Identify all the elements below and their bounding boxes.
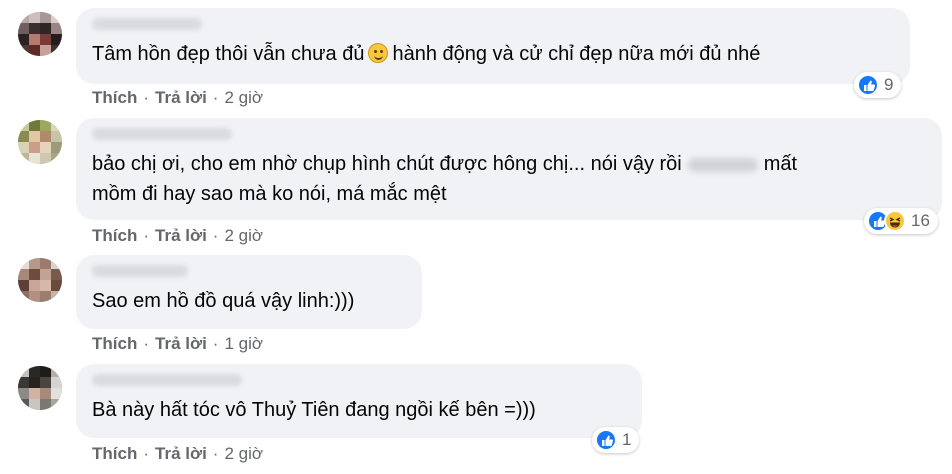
separator: · <box>143 444 150 463</box>
timestamp[interactable]: 2 giờ <box>224 88 263 107</box>
separator: · <box>212 444 219 463</box>
reply-button[interactable]: Trả lời <box>155 226 207 245</box>
comment-bubble: Bà này hất tóc vô Thuỷ Tiên đang ngồi kế… <box>76 364 642 438</box>
reply-button[interactable]: Trả lời <box>155 88 207 107</box>
timestamp[interactable]: 1 giờ <box>224 334 263 353</box>
like-button[interactable]: Thích <box>92 226 137 245</box>
author-name-redacted[interactable] <box>92 128 232 140</box>
redacted-name <box>687 157 758 172</box>
reaction-count: 1 <box>622 430 632 449</box>
comment-actions: Thích · Trả lời · 2 giờ <box>92 88 263 108</box>
like-icon <box>595 429 617 451</box>
like-icon <box>857 74 879 96</box>
separator: · <box>212 88 219 107</box>
avatar[interactable] <box>18 120 62 164</box>
reactions-summary[interactable]: 9 <box>854 72 902 98</box>
author-name-redacted[interactable] <box>92 265 188 277</box>
comment-text: Sao em hồ đồ quá vậy linh:))) <box>92 290 355 312</box>
comment-bubble: Tâm hồn đẹp thôi vẫn chưa đủ hành động và… <box>76 8 910 84</box>
reply-button[interactable]: Trả lời <box>155 334 207 353</box>
haha-icon <box>884 210 906 232</box>
comment-text: bảo chị ơi, cho em nhờ chụp hình chút đư… <box>92 153 798 175</box>
author-name-redacted[interactable] <box>92 374 242 386</box>
author-name-redacted[interactable] <box>92 18 202 30</box>
timestamp[interactable]: 2 giờ <box>224 444 263 463</box>
reactions-summary[interactable]: 16 <box>864 208 938 234</box>
comment-actions: Thích · Trả lời · 1 giờ <box>92 334 263 354</box>
separator: · <box>212 226 219 245</box>
comment-text-line-2: mồm đi hay sao mà ko nói, má mắc mệt <box>92 183 447 205</box>
like-button[interactable]: Thích <box>92 334 137 353</box>
comment-text: Bà này hất tóc vô Thuỷ Tiên đang ngồi kế… <box>92 399 536 421</box>
avatar[interactable] <box>18 366 62 410</box>
comment-bubble: Sao em hồ đồ quá vậy linh:))) <box>76 255 422 329</box>
separator: · <box>143 334 150 353</box>
slightly-smiling-face-icon <box>368 43 389 63</box>
comment-actions: Thích · Trả lời · 2 giờ <box>92 444 263 464</box>
avatar[interactable] <box>18 12 62 56</box>
reply-button[interactable]: Trả lời <box>155 444 207 463</box>
like-button[interactable]: Thích <box>92 444 137 463</box>
separator: · <box>143 226 150 245</box>
comment-bubble: bảo chị ơi, cho em nhờ chụp hình chút đư… <box>76 118 942 220</box>
avatar[interactable] <box>18 258 62 302</box>
reactions-summary[interactable]: 1 <box>592 427 640 453</box>
comment-text: Tâm hồn đẹp thôi vẫn chưa đủ hành động và… <box>92 43 761 65</box>
reaction-count: 9 <box>884 75 894 94</box>
comment-actions: Thích · Trả lời · 2 giờ <box>92 226 263 246</box>
like-button[interactable]: Thích <box>92 88 137 107</box>
separator: · <box>212 334 219 353</box>
reaction-count: 16 <box>911 211 930 230</box>
separator: · <box>143 88 150 107</box>
timestamp[interactable]: 2 giờ <box>224 226 263 245</box>
